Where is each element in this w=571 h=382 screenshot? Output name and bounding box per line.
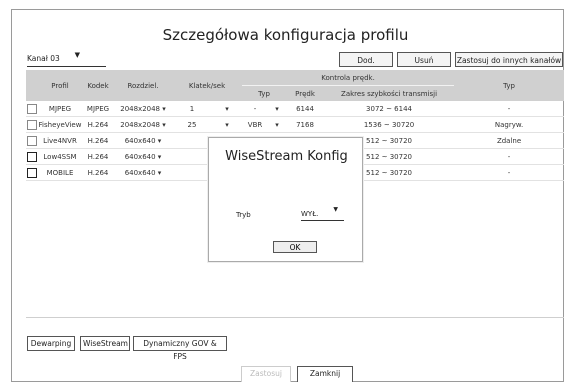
dialog-title: WiseStream Konfig: [225, 149, 348, 164]
cell-fps[interactable]: [172, 148, 212, 165]
mode-label: Tryb: [236, 211, 251, 219]
cell-type[interactable]: -: [242, 101, 269, 117]
header-bitrate-control: Kontrola prędk.: [242, 70, 455, 86]
apply-button[interactable]: Zastosuj: [241, 366, 291, 382]
cell-type[interactable]: VBR: [242, 116, 269, 133]
cell-fps[interactable]: [172, 164, 212, 181]
header-checkbox-col: [26, 70, 38, 101]
header-resolution: Rozdziel.: [114, 70, 172, 101]
cell-profile: Low4SSM: [38, 148, 82, 165]
cell-type2: Nagryw.: [454, 116, 565, 133]
type-chevron-icon[interactable]: ▾: [268, 116, 287, 133]
header-range: Zakres szybkości transmisji: [324, 85, 455, 101]
page-title: Szczegółowa konfiguracja profilu: [162, 26, 409, 44]
add-button[interactable]: Dod.: [339, 52, 393, 67]
cell-type2: -: [454, 164, 565, 181]
cell-range: 3072 ~ 6144: [324, 101, 455, 117]
header-profile: Profil: [38, 70, 82, 101]
ok-button[interactable]: OK: [273, 241, 317, 253]
cell-codec: H.264: [82, 116, 114, 133]
channel-value: Kanał 03: [27, 54, 60, 63]
cell-type2: -: [454, 148, 565, 165]
delete-button[interactable]: Usuń: [397, 52, 451, 67]
row-checkbox[interactable]: [27, 119, 37, 130]
wisestream-config-dialog: WiseStream Konfig Tryb WYŁ. ▼ OK: [208, 137, 363, 262]
table-row[interactable]: FisheyeView H.264 2048x2048 ▾ 25 ▾ VBR ▾…: [26, 116, 565, 133]
header-speed: Prędk: [286, 85, 325, 101]
header-type2: Typ: [454, 70, 565, 101]
chevron-down-icon: ▼: [74, 51, 80, 59]
cell-profile: Live4NVR: [38, 132, 82, 149]
fps-chevron-icon[interactable]: ▾: [212, 101, 243, 117]
cell-codec: H.264: [82, 148, 114, 165]
fps-chevron-icon[interactable]: ▾: [212, 116, 243, 133]
type-chevron-icon[interactable]: ▾: [268, 101, 287, 117]
row-checkbox[interactable]: [27, 135, 37, 146]
cell-codec: MJPEG: [82, 101, 114, 117]
cell-fps[interactable]: 25: [172, 116, 212, 133]
cell-fps[interactable]: [172, 132, 212, 149]
table-header-row: Profil Kodek Rozdziel. Klatek/sek Kontro…: [26, 70, 565, 101]
close-button[interactable]: Zamknij: [297, 366, 353, 382]
cell-profile: FisheyeView: [38, 116, 82, 133]
cell-profile: MJPEG: [38, 101, 82, 117]
header-codec: Kodek: [82, 70, 114, 101]
cell-resolution-select[interactable]: 640x640 ▾: [114, 132, 172, 149]
cell-type2: Zdalne: [454, 132, 565, 149]
cell-profile: MOBILE: [38, 164, 82, 181]
row-checkbox[interactable]: [27, 103, 37, 114]
cell-fps[interactable]: 1: [172, 101, 212, 117]
row-checkbox[interactable]: [27, 151, 37, 162]
cell-speed[interactable]: 7168: [286, 116, 325, 133]
cell-codec: H.264: [82, 132, 114, 149]
dewarping-button[interactable]: Dewarping: [27, 336, 75, 351]
cell-resolution-select[interactable]: 640x640 ▾: [114, 148, 172, 165]
cell-codec: H.264: [82, 164, 114, 181]
cell-speed[interactable]: 6144: [286, 101, 325, 117]
channel-select[interactable]: Kanał 03 ▼: [27, 51, 106, 67]
dynamic-gov-fps-button[interactable]: Dynamiczny GOV & FPS: [133, 336, 227, 361]
header-type: Typ: [242, 85, 287, 101]
cell-resolution-select[interactable]: 2048x2048 ▾: [114, 101, 172, 117]
table-row[interactable]: MJPEG MJPEG 2048x2048 ▾ 1 ▾ - ▾ 6144 307…: [26, 101, 565, 117]
cell-range: 1536 ~ 30720: [324, 116, 455, 133]
cell-resolution-select[interactable]: 640x640 ▾: [114, 164, 172, 181]
chevron-down-icon: ▼: [333, 206, 338, 213]
wisestream-button[interactable]: WiseStream: [80, 336, 130, 351]
header-fps: Klatek/sek: [172, 70, 243, 101]
mode-value: WYŁ.: [301, 210, 319, 218]
divider: [26, 317, 564, 318]
cell-type2: -: [454, 101, 565, 117]
apply-to-other-channels-button[interactable]: Zastosuj do innych kanałów: [455, 52, 563, 67]
row-checkbox[interactable]: [27, 167, 37, 178]
mode-select[interactable]: WYŁ. ▼: [301, 206, 344, 221]
cell-resolution-select[interactable]: 2048x2048 ▾: [114, 116, 172, 133]
